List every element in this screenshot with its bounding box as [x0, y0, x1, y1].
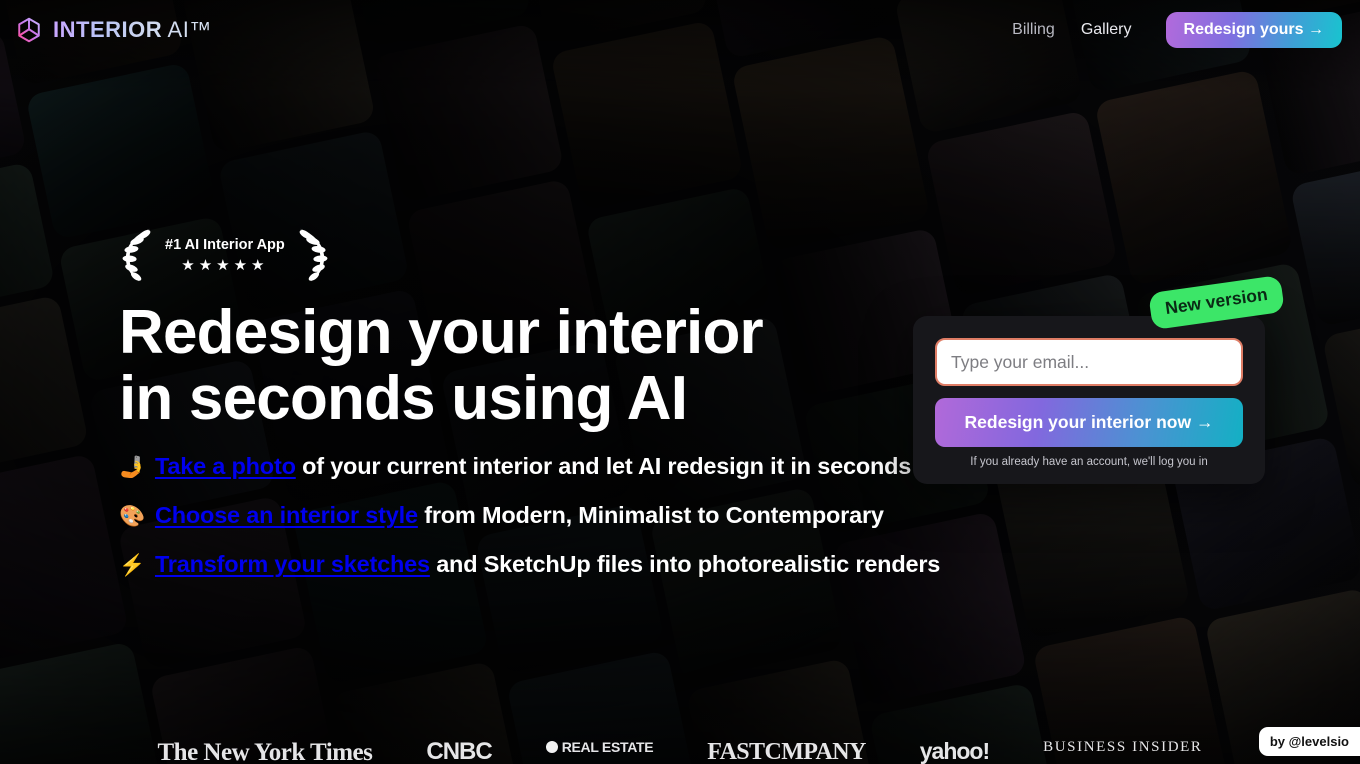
hero-bullet-text: Transform your sketches and SketchUp fil… [155, 551, 940, 578]
artist-palette-emoji: 🎨 [119, 505, 145, 529]
press-logo-real-estate: REAL ESTATE [545, 739, 654, 755]
press-logo-real-estate-text: REAL ESTATE [561, 739, 654, 755]
real-estate-dot-icon [545, 741, 558, 753]
award-text-group: #1 AI Interior App ★★★★★ [161, 237, 289, 274]
brand-name: INTERIOR AI™ [53, 17, 212, 43]
cube-icon [18, 17, 40, 43]
email-input[interactable] [935, 338, 1243, 386]
award-title: #1 AI Interior App [165, 236, 285, 253]
signup-helper-text: If you already have an account, we'll lo… [970, 456, 1208, 468]
redesign-interior-now-button[interactable]: Redesign your interior now → [935, 398, 1243, 447]
hero-bullet-choose-style: 🎨 Choose an interior style from Modern, … [119, 502, 939, 529]
hero-bullet-rest: from Modern, Minimalist to Contemporary [417, 502, 884, 529]
hero-bullet-rest: of your current interior and let AI rede… [295, 453, 912, 480]
laurel-left-icon [122, 228, 151, 282]
page-title: Redesign your interior in seconds using … [119, 298, 764, 433]
site-header: INTERIOR AI™ Billing Gallery Redesign yo… [0, 0, 1360, 60]
laurel-right-icon [299, 228, 328, 282]
hero-bullet-transform-sketches: ⚡ Transform your sketches and SketchUp f… [119, 551, 940, 578]
hero-section: #1 AI Interior App ★★★★★ Redesign your i… [119, 226, 940, 600]
selfie-camera-emoji: 🤳 [119, 456, 145, 480]
press-logo-nyt: The New York Times [157, 739, 373, 764]
award-badge: #1 AI Interior App ★★★★★ [119, 226, 939, 284]
press-logo-yahoo: yahoo! [919, 738, 990, 764]
by-levelsio-badge[interactable]: by @levelsio [1258, 727, 1360, 756]
nav-link-gallery[interactable]: Gallery [1081, 21, 1132, 39]
hero-bullet-rest: and SketchUp files into photorealistic r… [429, 551, 941, 578]
transform-sketches-link[interactable]: Transform your sketches [155, 551, 430, 577]
press-logo-fast-company: FASTCMPANY [707, 739, 866, 764]
lightning-bolt-emoji: ⚡ [119, 554, 145, 578]
choose-style-link[interactable]: Choose an interior style [155, 502, 418, 528]
take-a-photo-link[interactable]: Take a photo [155, 453, 296, 479]
brand-name-light: AI™ [162, 17, 212, 42]
press-logo-cnbc: CNBC [426, 738, 492, 764]
header-nav: Billing Gallery Redesign yours → [1012, 12, 1342, 48]
header-redesign-yours-button[interactable]: Redesign yours → [1165, 12, 1342, 48]
hero-bullet-text: Take a photo of your current interior an… [155, 453, 911, 480]
press-logo-strip: The New York Times CNBC REAL ESTATE FAST… [0, 738, 1360, 764]
nav-link-billing[interactable]: Billing [1012, 21, 1055, 39]
press-logo-business-insider: BUSINESS INSIDER [1043, 739, 1203, 755]
hero-bullet-text: Choose an interior style from Modern, Mi… [155, 502, 884, 529]
hero-bullet-take-photo: 🤳 Take a photo of your current interior … [119, 453, 939, 480]
award-stars: ★★★★★ [181, 256, 269, 274]
brand-name-strong: INTERIOR [53, 17, 163, 42]
signup-card: New version Redesign your interior now →… [913, 274, 1285, 484]
brand-logo[interactable]: INTERIOR AI™ [14, 15, 212, 45]
